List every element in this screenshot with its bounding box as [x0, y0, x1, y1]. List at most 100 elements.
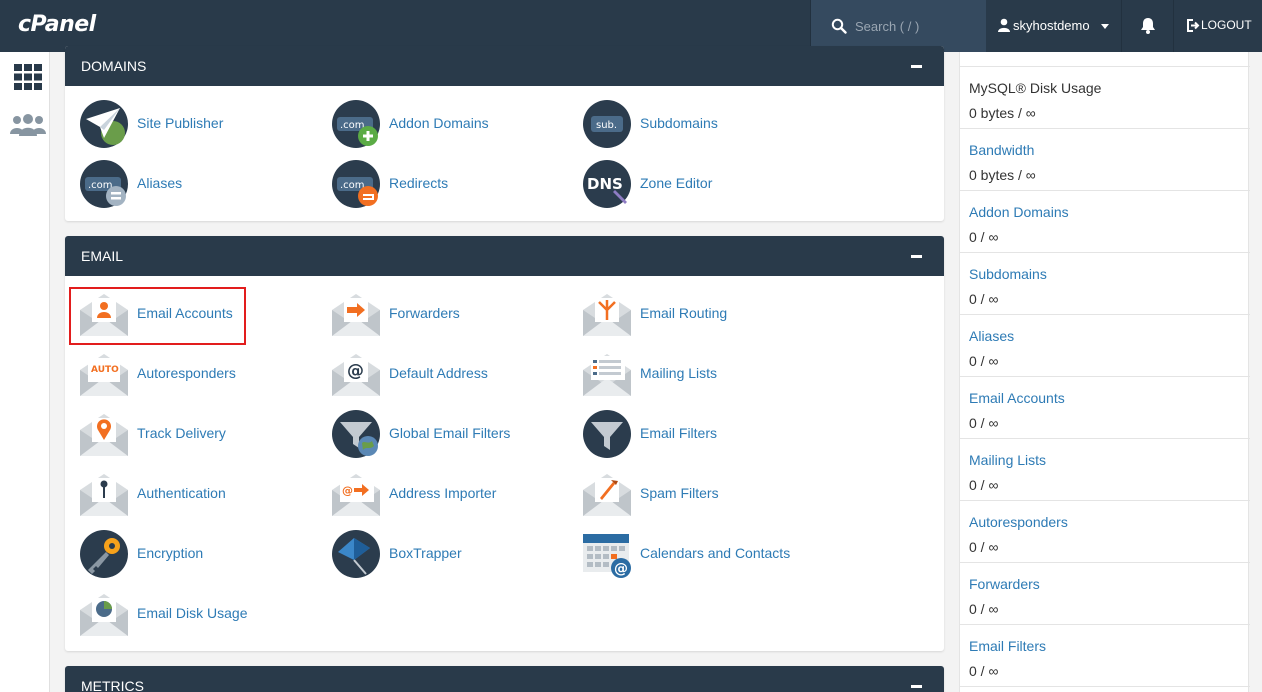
users-icon[interactable] [10, 114, 46, 136]
item-label: Addon Domains [389, 115, 489, 131]
item-label: Email Routing [640, 305, 728, 321]
stat-aliases: Aliases 0 / ∞ [960, 315, 1250, 377]
import-icon: @ [332, 474, 380, 516]
bell-icon [1141, 18, 1155, 34]
stat-label[interactable]: Bandwidth [969, 142, 1034, 158]
svg-text:@: @ [347, 361, 364, 381]
spam-filters-link[interactable]: Spam Filters [568, 466, 808, 522]
encryption-link[interactable]: Encryption [65, 526, 305, 582]
stat-mysql-disk-usage: MySQL® Disk Usage 0 bytes / ∞ [960, 67, 1250, 129]
item-label: Authentication [137, 485, 226, 501]
search-box[interactable] [810, 0, 986, 52]
logout-button[interactable]: LOGOUT [1174, 0, 1262, 52]
item-label: Calendars and Contacts [640, 545, 791, 561]
dns-icon: DNS [583, 160, 631, 208]
stat-autoresponders: Autoresponders 0 / ∞ [960, 501, 1250, 563]
domains-panel: DOMAINS Site Publisher .com Addon Domain… [65, 46, 944, 221]
default-address-link[interactable]: @ Default Address [317, 346, 557, 402]
zone-editor-link[interactable]: DNS Zone Editor [568, 156, 808, 212]
stat-label[interactable]: Addon Domains [969, 204, 1069, 220]
stat-value: 0 / ∞ [969, 663, 999, 679]
collapse-icon[interactable] [911, 255, 922, 258]
item-label: Default Address [389, 365, 488, 381]
metrics-panel-header[interactable]: METRICS [65, 666, 944, 692]
item-label: Encryption [137, 545, 204, 561]
authentication-link[interactable]: Authentication [65, 466, 305, 522]
subdomain-icon: sub. [583, 100, 631, 148]
notifications-button[interactable] [1122, 0, 1174, 52]
stat-label[interactable]: Email Filters [969, 638, 1046, 654]
cpanel-logo[interactable]: cPanel [18, 12, 96, 37]
item-label: Zone Editor [640, 175, 713, 191]
aliases-link[interactable]: .com Aliases [65, 156, 305, 212]
mailing-lists-link[interactable]: Mailing Lists [568, 346, 808, 402]
svg-text:@: @ [614, 561, 628, 577]
forward-mail-icon [332, 294, 380, 336]
forwarders-link[interactable]: Forwarders [317, 286, 557, 342]
stat-label[interactable]: Forwarders [969, 576, 1040, 592]
map-pin-icon [80, 414, 128, 456]
stat-label[interactable]: Autoresponders [969, 514, 1068, 530]
item-label: Redirects [389, 175, 449, 191]
domains-panel-header[interactable]: DOMAINS [65, 46, 944, 86]
at-sign-icon: @ [332, 354, 380, 396]
statistics-sidebar: MySQL® Disk Usage 0 bytes / ∞ Bandwidth … [959, 52, 1250, 692]
panel-title: EMAIL [81, 248, 124, 264]
stat-label[interactable]: Aliases [969, 328, 1014, 344]
global-email-filters-link[interactable]: Global Email Filters [317, 406, 557, 462]
redirect-icon: .com [332, 160, 380, 208]
auto-reply-icon: AUTO [80, 354, 128, 396]
chevron-down-icon [1101, 24, 1109, 29]
stat-label[interactable]: Subdomains [969, 266, 1047, 282]
stat-value: 0 / ∞ [969, 291, 999, 307]
email-panel-header[interactable]: EMAIL [65, 236, 944, 276]
address-importer-link[interactable]: @ Address Importer [317, 466, 557, 522]
item-label: Email Disk Usage [137, 605, 248, 621]
filter-icon [583, 410, 631, 458]
user-menu[interactable]: skyhostdemo [986, 0, 1122, 52]
highlight-box [69, 287, 246, 345]
stat-label[interactable]: Mailing Lists [969, 452, 1046, 468]
calendars-contacts-link[interactable]: @ Calendars and Contacts [568, 526, 808, 582]
collapse-icon[interactable] [911, 685, 922, 688]
svg-text:AUTO: AUTO [91, 365, 119, 375]
track-delivery-link[interactable]: Track Delivery [65, 406, 305, 462]
item-label: Aliases [137, 175, 183, 191]
email-filters-link[interactable]: Email Filters [568, 406, 808, 462]
redirects-link[interactable]: .com Redirects [317, 156, 557, 212]
svg-text:DNS: DNS [587, 175, 623, 193]
addon-domains-link[interactable]: .com Addon Domains [317, 96, 557, 152]
subdomains-link[interactable]: sub. Subdomains [568, 96, 808, 152]
stat-value: 0 / ∞ [969, 539, 999, 555]
stat-email-accounts: Email Accounts 0 / ∞ [960, 377, 1250, 439]
svg-text:sub.: sub. [596, 120, 617, 131]
svg-text:@: @ [342, 484, 353, 497]
logout-label: LOGOUT [1201, 18, 1252, 32]
site-publisher-link[interactable]: Site Publisher [65, 96, 305, 152]
stat-addon-domains: Addon Domains 0 / ∞ [960, 191, 1250, 253]
stat-label[interactable]: Email Accounts [969, 390, 1065, 406]
stat-subdomains: Subdomains 0 / ∞ [960, 253, 1250, 315]
calendar-icon: @ [583, 534, 631, 578]
metrics-panel: METRICS [65, 666, 944, 692]
spam-icon [583, 474, 631, 516]
stat-label: MySQL® Disk Usage [969, 80, 1102, 96]
panel-title: DOMAINS [81, 58, 147, 74]
user-icon [998, 18, 1010, 32]
email-routing-link[interactable]: Email Routing [568, 286, 808, 342]
item-label: Address Importer [389, 485, 497, 501]
autoresponders-link[interactable]: AUTO Autoresponders [65, 346, 305, 402]
collapse-icon[interactable] [911, 65, 922, 68]
pie-chart-icon [80, 594, 128, 636]
boxtrapper-link[interactable]: BoxTrapper [317, 526, 557, 582]
search-input[interactable] [855, 16, 975, 36]
stat-value: 0 bytes / ∞ [969, 167, 1036, 183]
item-label: Track Delivery [137, 425, 226, 441]
stat-divider [960, 52, 1250, 67]
email-disk-usage-link[interactable]: Email Disk Usage [65, 586, 305, 642]
top-bar: cPanel skyhostdemo LOGOUT [0, 0, 1262, 52]
search-icon [831, 18, 847, 34]
grid-icon[interactable] [14, 64, 42, 90]
item-label: Email Filters [640, 425, 718, 441]
item-label: BoxTrapper [389, 545, 462, 561]
